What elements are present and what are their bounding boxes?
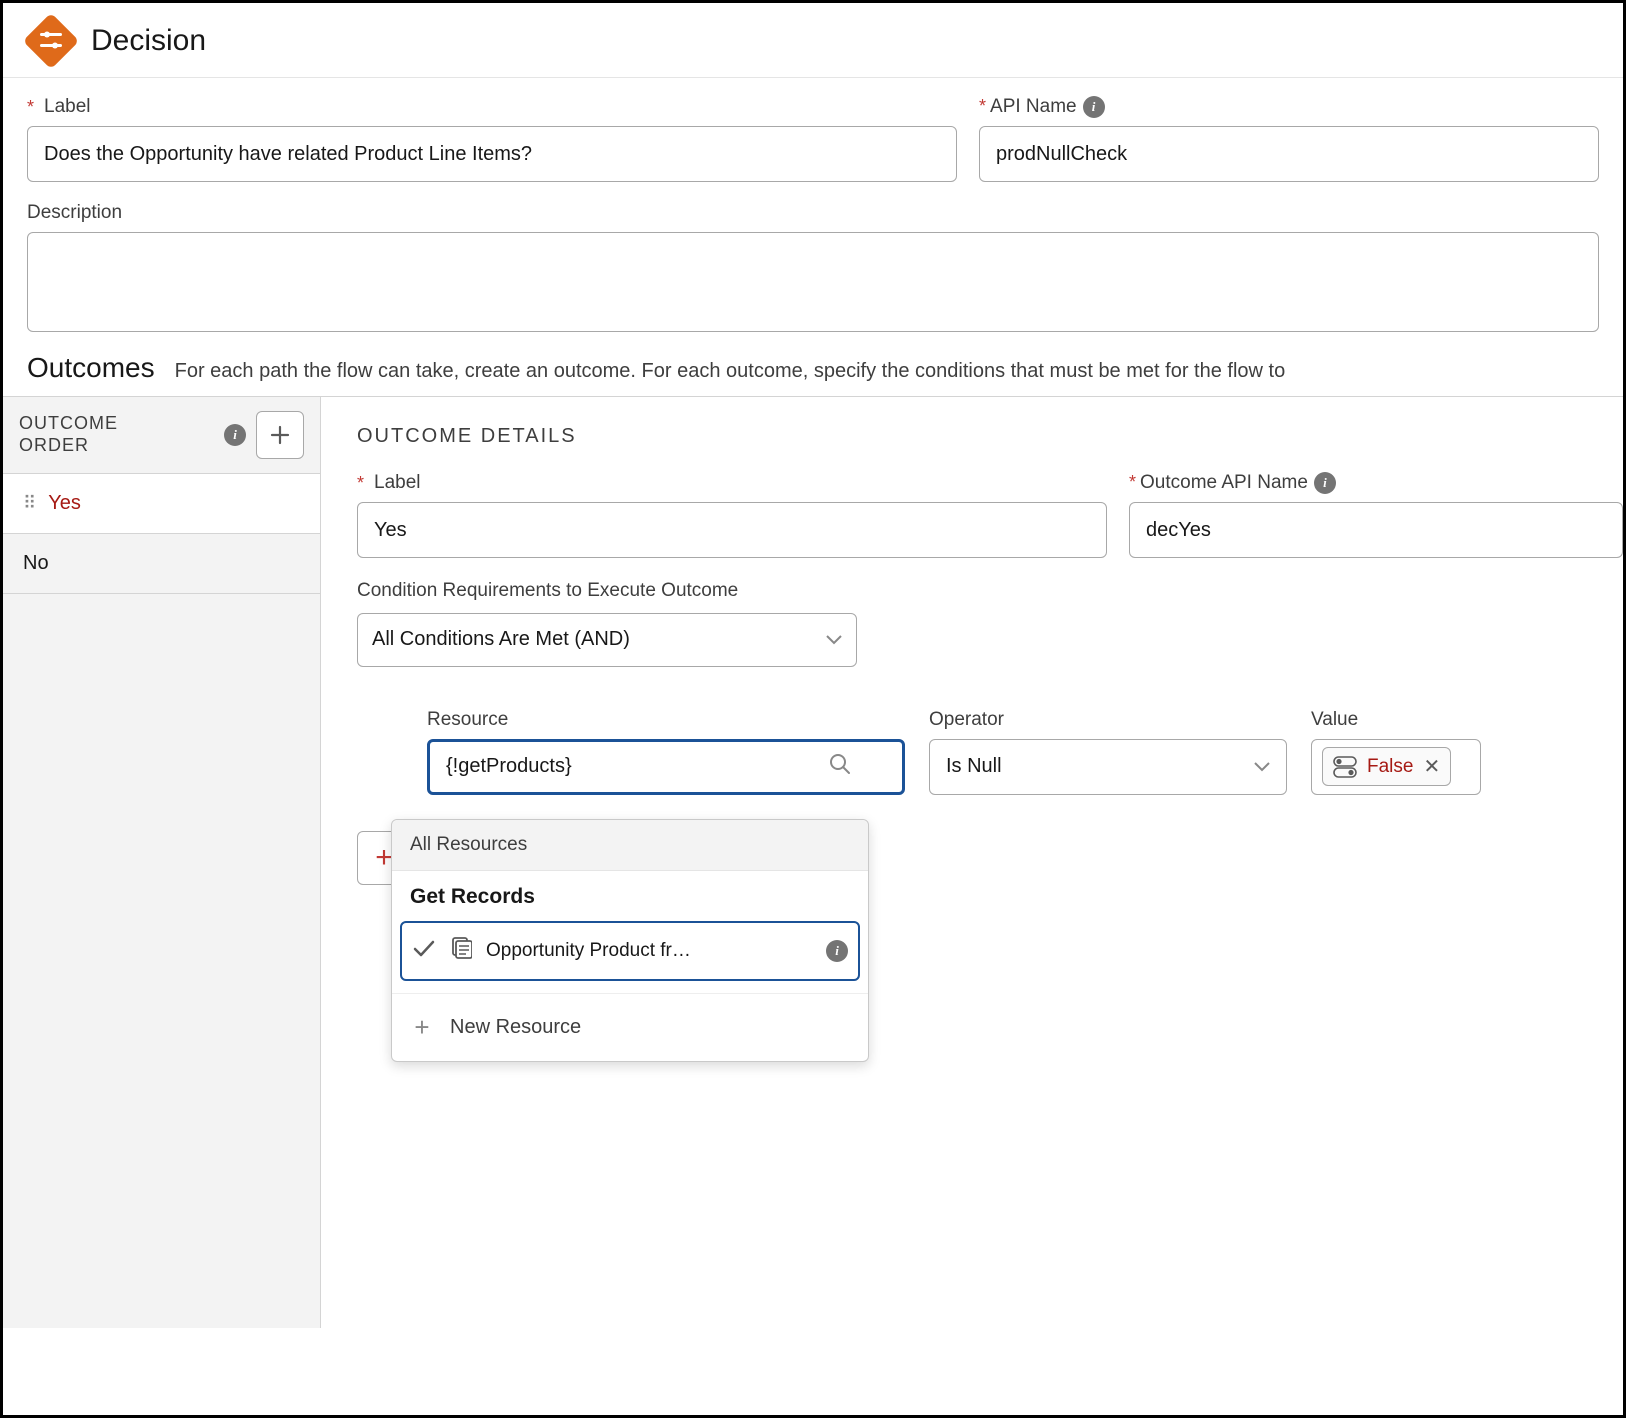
page-title: Decision <box>91 24 206 58</box>
info-icon[interactable]: i <box>1314 472 1336 494</box>
chevron-down-icon <box>1254 755 1270 778</box>
outcome-item-label: No <box>23 552 49 575</box>
search-icon <box>828 752 852 782</box>
operator-select[interactable]: Is Null <box>929 739 1287 795</box>
value-text: False <box>1367 756 1413 778</box>
chevron-down-icon <box>826 628 842 651</box>
value-input[interactable]: False ✕ <box>1311 739 1481 795</box>
outcome-label-input[interactable] <box>357 502 1107 558</box>
outcome-label-label: Label <box>357 472 1107 494</box>
outcome-api-input[interactable] <box>1129 502 1623 558</box>
outcome-item-yes[interactable]: ⠿ Yes <box>3 474 320 534</box>
dropdown-all-resources[interactable]: All Resources <box>392 820 868 871</box>
operator-label: Operator <box>929 709 1287 731</box>
label-field-label: Label <box>27 96 957 118</box>
outcomes-heading: Outcomes <box>27 352 155 384</box>
dropdown-section-header: Get Records <box>392 871 868 909</box>
info-icon[interactable]: i <box>224 424 246 446</box>
record-icon <box>450 937 472 965</box>
info-icon[interactable]: i <box>1083 96 1105 118</box>
dropdown-item-label: Opportunity Product fr… <box>486 940 812 962</box>
check-icon <box>412 938 436 964</box>
value-label: Value <box>1311 709 1481 731</box>
outcomes-subtext: For each path the flow can take, create … <box>175 360 1286 383</box>
dropdown-item-get-records[interactable]: Opportunity Product fr… i <box>400 921 860 981</box>
outcome-api-label: Outcome API Name i <box>1129 472 1623 494</box>
dropdown-new-resource[interactable]: + New Resource <box>392 993 868 1061</box>
outcome-order-label: OUTCOME ORDER <box>19 413 118 456</box>
plus-icon <box>269 424 291 446</box>
resource-input[interactable]: {!getProducts} <box>427 739 905 795</box>
toggle-icon <box>1333 756 1357 778</box>
description-label: Description <box>27 202 1599 224</box>
info-icon[interactable]: i <box>826 940 848 962</box>
drag-handle-icon[interactable]: ⠿ <box>23 493 34 514</box>
outcome-item-label: Yes <box>48 492 81 515</box>
api-name-field-label: API Name i <box>979 96 1599 118</box>
outcome-item-no[interactable]: No <box>3 534 320 594</box>
resource-label: Resource <box>427 709 905 731</box>
plus-icon: + <box>410 1012 434 1043</box>
condition-req-label: Condition Requirements to Execute Outcom… <box>357 578 757 605</box>
api-name-input[interactable] <box>979 126 1599 182</box>
label-input[interactable] <box>27 126 957 182</box>
add-outcome-button[interactable] <box>256 411 304 459</box>
close-icon[interactable]: ✕ <box>1423 754 1440 779</box>
condition-req-select[interactable]: All Conditions Are Met (AND) <box>357 613 857 667</box>
description-input[interactable] <box>27 232 1599 332</box>
outcome-details-heading: OUTCOME DETAILS <box>357 425 1623 448</box>
decision-icon <box>23 13 80 70</box>
